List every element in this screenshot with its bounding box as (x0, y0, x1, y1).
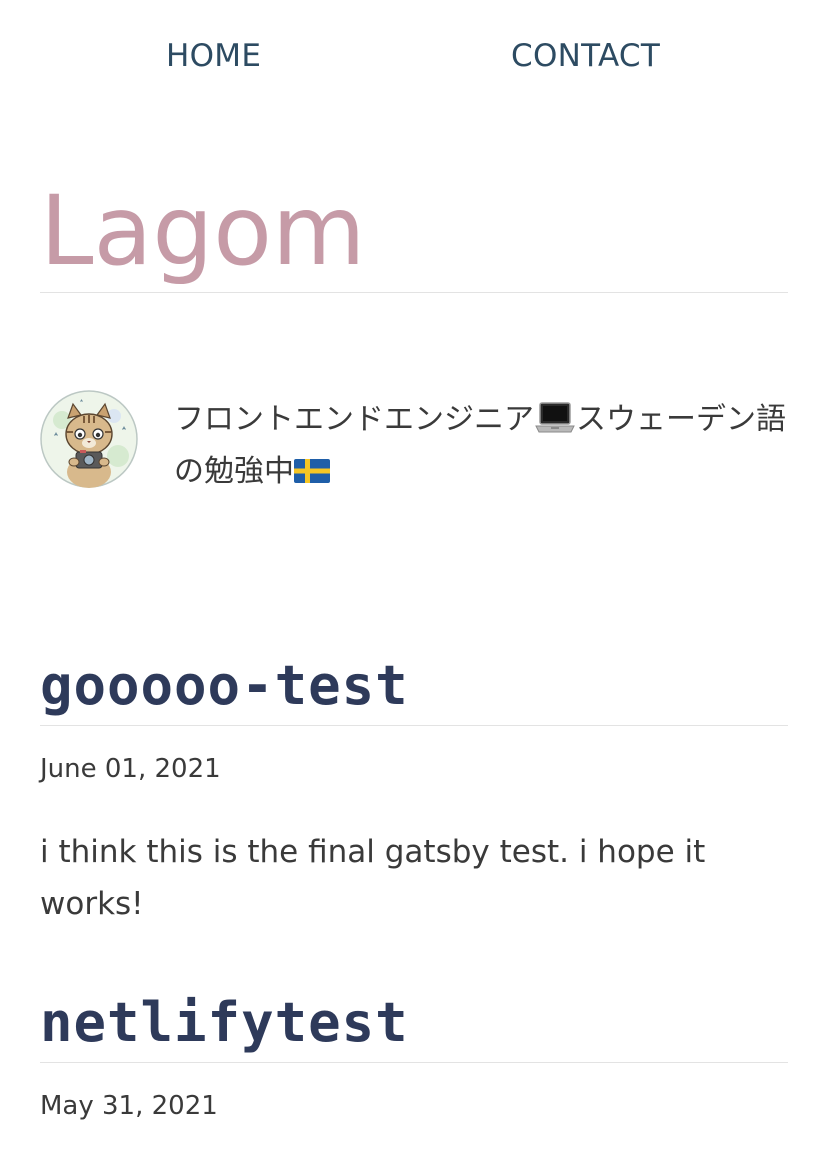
nav-home-link[interactable]: HOME (166, 38, 261, 74)
post-date: June 01, 2021 (40, 754, 221, 784)
laptop-icon (534, 399, 576, 435)
bio-text: フロントエンドエンジニア スウェーデン語の勉強中 (174, 394, 786, 498)
post-divider (40, 725, 788, 726)
top-nav: HOME CONTACT (0, 0, 828, 115)
post-title-link[interactable]: netlifytest (40, 993, 409, 1053)
post-title-link[interactable]: gooooo-test (40, 656, 409, 716)
nav-contact-link[interactable]: CONTACT (511, 38, 660, 74)
bio-text-part1: フロントエンドエンジニア (174, 402, 534, 437)
sweden-flag-icon (294, 448, 330, 483)
site-title[interactable]: Lagom (40, 176, 366, 286)
post-divider (40, 1062, 788, 1063)
post-excerpt: i think this is the final gatsby test. i… (40, 834, 706, 922)
post-date: May 31, 2021 (40, 1091, 218, 1121)
cat-avatar-icon (40, 390, 138, 488)
title-divider (40, 292, 788, 293)
